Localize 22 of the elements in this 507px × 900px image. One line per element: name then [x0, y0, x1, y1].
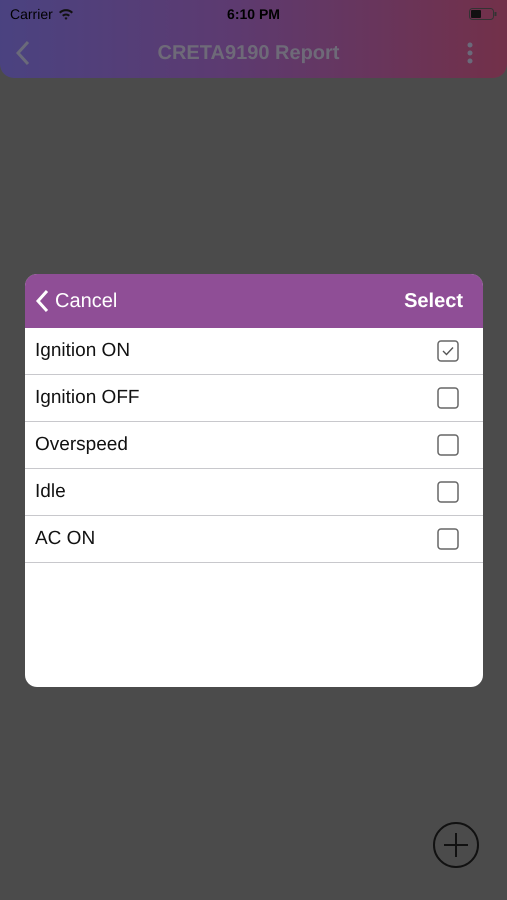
option-row[interactable]: AC ON — [25, 516, 483, 563]
select-button[interactable]: Select — [404, 290, 463, 312]
option-label: AC ON — [35, 528, 96, 550]
option-label: Ignition OFF — [35, 387, 140, 409]
option-label: Ignition ON — [35, 340, 130, 362]
option-row[interactable]: Idle — [25, 469, 483, 516]
cancel-button[interactable]: Cancel — [35, 289, 118, 313]
chevron-left-icon — [35, 289, 49, 313]
checkbox[interactable] — [437, 387, 459, 409]
option-row[interactable]: Overspeed — [25, 422, 483, 469]
wifi-icon — [58, 8, 74, 20]
battery-icon — [469, 8, 497, 20]
option-row[interactable]: Ignition ON — [25, 328, 483, 375]
clock-time: 6:10 PM — [226, 6, 281, 22]
option-label: Overspeed — [35, 434, 128, 456]
option-row[interactable]: Ignition OFF — [25, 375, 483, 422]
checkbox[interactable] — [437, 340, 459, 362]
checkbox[interactable] — [437, 434, 459, 456]
checkbox[interactable] — [437, 528, 459, 550]
carrier-label: Carrier — [10, 6, 53, 22]
checkbox[interactable] — [437, 481, 459, 503]
option-label: Idle — [35, 481, 66, 503]
